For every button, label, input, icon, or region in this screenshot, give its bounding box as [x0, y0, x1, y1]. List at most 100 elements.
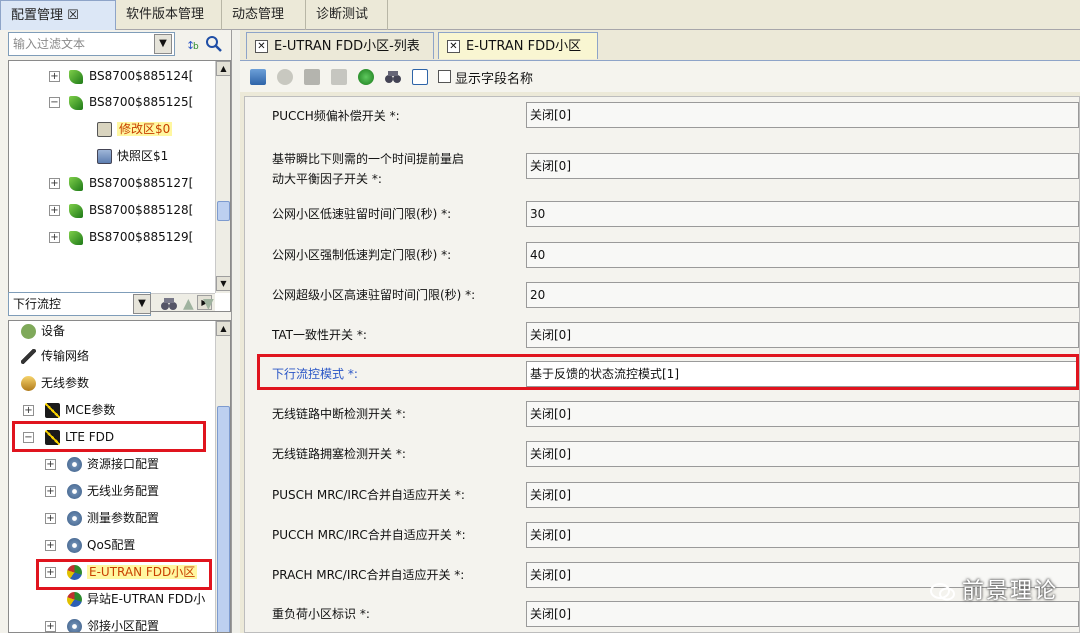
edit-area-icon — [97, 122, 112, 137]
top-tab-bar: 配置管理 ☒ 软件版本管理 动态管理 诊断测试 — [0, 0, 1080, 30]
tree-item-resource-interface[interactable]: + 资源接口配置 — [45, 451, 159, 477]
mce-icon — [45, 403, 60, 418]
field-value[interactable]: 30 — [526, 201, 1079, 227]
refresh-icon[interactable] — [358, 69, 374, 85]
scroll-up-icon[interactable]: ▲ — [216, 321, 230, 336]
right-panel: ✕ E-UTRAN FDD小区-列表 ✕ E-UTRAN FDD小区 显示字段名称 … — [240, 30, 1080, 633]
field-label: 无线链路中断检测开关 *: — [272, 407, 406, 421]
highlight-lte-fdd — [12, 421, 206, 452]
field-value[interactable]: 关闭[0] — [526, 102, 1079, 128]
filter-dropdown-button[interactable]: ▼ — [154, 34, 172, 54]
watermark: 前景理论 — [929, 573, 1058, 605]
leaf-icon — [69, 95, 83, 110]
network-tree: + BS8700$885124[ − BS8700$885125[ 修改区$0 快照… — [8, 60, 231, 312]
field-label: TAT一致性开关 *: — [272, 328, 367, 342]
undo-icon[interactable] — [277, 69, 293, 85]
resource-icon — [67, 457, 82, 472]
tab-eutran-fdd-list[interactable]: ✕ E-UTRAN FDD小区-列表 — [246, 32, 434, 59]
tree-item-device[interactable]: 设备 — [21, 321, 65, 344]
save-icon[interactable] — [304, 69, 320, 85]
tree-item-edit-area[interactable]: 修改区$0 — [97, 116, 173, 142]
tab-dynamic-management[interactable]: 动态管理 — [222, 0, 306, 30]
field-label: PUSCH MRC/IRC合并自适应开关 *: — [272, 488, 465, 502]
scroll-up-icon[interactable]: ▲ — [216, 61, 230, 76]
device-icon — [21, 324, 36, 339]
leaf-icon — [69, 203, 83, 218]
tree-item-bs885125[interactable]: − BS8700$885125[ — [49, 89, 193, 115]
app-window: 配置管理 ☒ 软件版本管理 动态管理 诊断测试 输入过滤文本 ▼ ↕ b + BS8… — [0, 0, 1080, 633]
field-value[interactable]: 关闭[0] — [526, 522, 1079, 548]
tree-item-bs885124[interactable]: + BS8700$885124[ — [49, 63, 193, 89]
show-field-names-checkbox[interactable] — [438, 70, 451, 83]
field-value[interactable]: 关闭[0] — [526, 401, 1079, 427]
field-label: 公网小区强制低速判定门限(秒) *: — [272, 248, 452, 262]
form-toolbar: 显示字段名称 — [240, 60, 1080, 92]
arrow-down-icon[interactable]: ▼ — [203, 296, 214, 312]
close-icon[interactable]: ✕ — [255, 40, 268, 53]
copy-icon[interactable] — [331, 69, 347, 85]
tree-item-transport-network[interactable]: 传输网络 — [21, 343, 89, 369]
scroll-thumb[interactable] — [217, 406, 230, 632]
field-value[interactable]: 20 — [526, 282, 1079, 308]
wechat-icon — [929, 582, 956, 602]
table-view-icon[interactable] — [412, 69, 428, 85]
field-label: PUCCH频偏补偿开关 *: — [272, 109, 400, 123]
flow-control-select[interactable]: 下行流控 — [8, 292, 151, 316]
leaf-icon — [69, 176, 83, 191]
tree-item-snapshot-area[interactable]: 快照区$1 — [97, 143, 168, 169]
field-label: 基带瞬比下则需的一个时间提前量启 — [272, 152, 465, 166]
tree-item-bs885127[interactable]: + BS8700$885127[ — [49, 170, 193, 196]
field-label: PUCCH MRC/IRC合并自适应开关 *: — [272, 528, 466, 542]
binoculars-icon[interactable] — [160, 295, 178, 313]
leaf-icon — [69, 69, 83, 84]
highlight-eutran-fdd-cell — [36, 559, 212, 590]
service-icon — [67, 484, 82, 499]
tree-item-measurement-params[interactable]: + 测量参数配置 — [45, 505, 159, 531]
sort-icon[interactable]: ↕ b — [185, 36, 201, 52]
field-label: 公网超级小区高速驻留时间门限(秒) *: — [272, 288, 476, 302]
tree-item-bs885128[interactable]: + BS8700$885128[ — [49, 197, 193, 223]
field-value[interactable]: 40 — [526, 242, 1079, 268]
filter-input[interactable]: 输入过滤文本 — [8, 32, 175, 56]
field-value[interactable]: 关闭[0] — [526, 153, 1079, 179]
field-value[interactable]: 关闭[0] — [526, 322, 1079, 348]
tree-item-wireless-params[interactable]: 无线参数 — [21, 370, 89, 396]
field-value[interactable]: 关闭[0] — [526, 441, 1079, 467]
left-panel: 输入过滤文本 ▼ ↕ b + BS8700$885124[ − BS8700$8851… — [0, 30, 232, 633]
tree-vertical-scrollbar[interactable]: ▲ ▼ — [215, 61, 230, 293]
neighbor-icon — [67, 619, 82, 632]
flow-select-dropdown-button[interactable]: ▼ — [133, 294, 151, 314]
snapshot-icon — [97, 149, 112, 164]
qos-icon — [67, 538, 82, 553]
measure-icon — [67, 511, 82, 526]
svg-text:b: b — [193, 42, 199, 52]
tab-diagnostic-test[interactable]: 诊断测试 — [306, 0, 388, 30]
arrow-up-icon[interactable]: ▲ — [183, 296, 194, 312]
transport-icon — [21, 349, 36, 364]
scroll-down-icon[interactable]: ▼ — [216, 276, 230, 291]
tree-item-wireless-service[interactable]: + 无线业务配置 — [45, 478, 159, 504]
tab-config-management[interactable]: 配置管理 ☒ — [0, 0, 116, 30]
param-tree-scrollbar[interactable]: ▲ — [215, 321, 230, 632]
tree-item-qos-config[interactable]: + QoS配置 — [45, 532, 135, 558]
tree-item-mce-params[interactable]: + MCE参数 — [23, 397, 115, 423]
field-label: 无线链路拥塞检测开关 *: — [272, 447, 406, 461]
search-icon[interactable] — [205, 35, 223, 53]
field-label: PRACH MRC/IRC合并自适应开关 *: — [272, 568, 465, 582]
tree-item-neighbor-cell[interactable]: + 邻接小区配置 — [45, 613, 159, 632]
tab-software-version[interactable]: 软件版本管理 — [116, 0, 222, 30]
edit-icon[interactable] — [250, 69, 266, 85]
binoculars-icon[interactable] — [385, 69, 401, 85]
field-label-line2: 动大平衡因子开关 *: — [272, 172, 382, 186]
globe-icon — [67, 592, 82, 607]
leaf-icon — [69, 230, 83, 245]
tab-eutran-fdd-cell[interactable]: ✕ E-UTRAN FDD小区 — [438, 32, 598, 59]
field-label: 重负荷小区标识 *: — [272, 607, 370, 621]
show-field-names-label: 显示字段名称 — [455, 72, 534, 87]
field-value[interactable]: 关闭[0] — [526, 482, 1079, 508]
tree-item-bs885129[interactable]: + BS8700$885129[ — [49, 224, 193, 250]
highlight-downlink-flow-mode — [257, 354, 1079, 390]
scroll-thumb[interactable] — [217, 201, 230, 221]
wireless-icon — [21, 376, 36, 391]
close-icon[interactable]: ✕ — [447, 40, 460, 53]
